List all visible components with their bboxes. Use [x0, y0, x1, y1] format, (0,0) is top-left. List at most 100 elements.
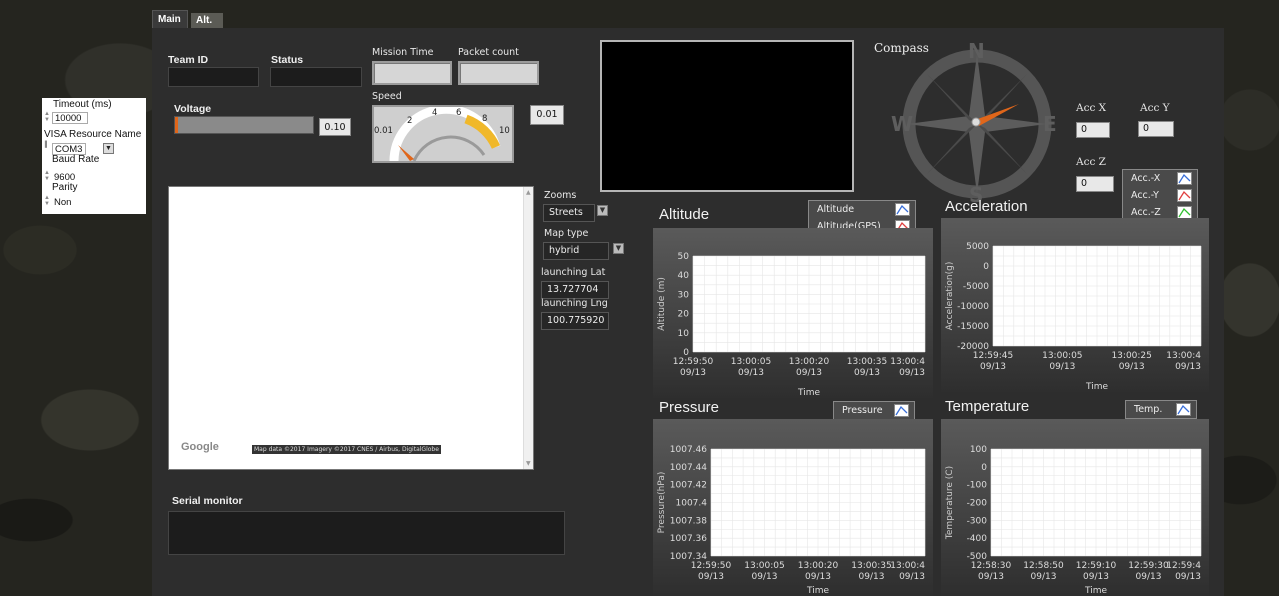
pressure-xtick-time: 13:00:05	[744, 561, 784, 571]
zooms-select[interactable]: Streets	[543, 204, 595, 222]
temperature-ytick-label: -300	[967, 516, 988, 526]
pressure-ytick-label: 1007.36	[670, 534, 707, 544]
temperature-ytick-label: -200	[967, 499, 988, 509]
voltage-value: 0.10	[319, 118, 351, 136]
temperature-xtick-date: 09/13	[1175, 572, 1201, 582]
visa-browse-icon[interactable]: ▌	[44, 142, 50, 154]
altitude-ytick-label: 10	[678, 329, 690, 339]
speed-label: Speed	[372, 91, 402, 102]
map-scrollbar[interactable]: ▲ ▼	[523, 187, 533, 469]
serial-monitor-label: Serial monitor	[172, 495, 243, 507]
parity-label: Parity	[52, 182, 78, 193]
speed-gauge-dial: 2 4 6 8 10 0.01	[374, 107, 510, 161]
acceleration-xtick-date: 09/13	[1049, 362, 1075, 372]
legend-pressure[interactable]: Pressure	[834, 402, 914, 419]
temperature-legend[interactable]: Temp.	[1125, 400, 1197, 419]
acceleration-ytick-label: 5000	[966, 242, 989, 252]
temperature-xtick-time: 12:58:50	[1023, 561, 1064, 571]
camera-display	[600, 40, 854, 192]
visa-dropdown-icon[interactable]: ▼	[103, 143, 114, 154]
temperature-chart: 100 0 -100 -200 -300 -400 -500 12:58:30 09/13 12:…	[941, 419, 1209, 596]
pressure-ylabel: Pressure(hPa)	[657, 472, 667, 534]
mission-time-field	[372, 61, 452, 85]
acceleration-chart-title: Acceleration	[945, 198, 1028, 215]
altitude-xtick-time: 13:00:35	[847, 357, 887, 367]
speed-tick-8: 8	[482, 114, 487, 124]
visa-label: VISA Resource Name	[44, 129, 142, 140]
pressure-legend[interactable]: Pressure	[833, 401, 915, 420]
legend-acc-y[interactable]: Acc.-Y	[1123, 187, 1197, 204]
temperature-chart-svg: 1000-100-200-300-400-50012:58:3009/1312:…	[945, 445, 1202, 596]
acceleration-xtick-time: 13:00:05	[1042, 351, 1082, 361]
acc-y-field: 0	[1138, 121, 1174, 137]
launch-lng-field[interactable]: 100.775920	[541, 312, 609, 330]
altitude-ytick-label: 40	[678, 271, 690, 281]
altitude-xtick-date: 09/13	[796, 368, 822, 378]
temperature-xtick-date: 09/13	[1083, 572, 1109, 582]
altitude-xtick-date: 09/13	[899, 368, 925, 378]
timeout-field[interactable]: 10000	[52, 112, 88, 124]
zooms-dropdown-icon[interactable]: ▼	[597, 205, 608, 216]
legend-altitude[interactable]: Altitude	[809, 201, 915, 218]
pressure-chart-svg: 1007.46 1007.44 1007.42 1007.4 1007.38 1007.3…	[657, 445, 926, 596]
map-type-dropdown-icon[interactable]: ▼	[613, 243, 624, 254]
temperature-xtick-time: 12:58:30	[971, 561, 1012, 571]
map-view[interactable]: Google Map data ©2017 Imagery ©2017 CNES…	[168, 186, 534, 470]
pressure-xtick-date: 09/13	[805, 572, 831, 582]
map-type-label: Map type	[544, 228, 589, 239]
speed-tick-2: 2	[407, 116, 412, 126]
timeout-spinner[interactable]: ▲ ▼	[44, 111, 50, 123]
legend-altitude-swatch-icon	[895, 203, 910, 216]
tab-main[interactable]: Main	[152, 10, 188, 28]
acceleration-xtick-date: 09/13	[980, 362, 1006, 372]
acc-x-label: Acc X	[1076, 102, 1107, 114]
team-id-field	[168, 67, 259, 87]
acceleration-xtick-date: 09/13	[1175, 362, 1201, 372]
status-field	[270, 67, 362, 87]
packet-count-field	[458, 61, 539, 85]
mission-time-label: Mission Time	[372, 47, 434, 58]
pressure-ytick-label: 1007.38	[670, 516, 707, 526]
acceleration-legend[interactable]: Acc.-X Acc.-Y Acc.-Z	[1122, 169, 1198, 222]
altitude-ylabel: Altitude (m)	[657, 277, 667, 331]
speed-tick-4: 4	[432, 108, 437, 118]
acc-z-field: 0	[1076, 176, 1114, 192]
legend-acc-x[interactable]: Acc.-X	[1123, 170, 1197, 187]
serial-config-panel: Timeout (ms) ▲ ▼ 10000 VISA Resource Name…	[42, 98, 146, 214]
pressure-xtick-date: 09/13	[752, 572, 778, 582]
baud-label: Baud Rate	[52, 154, 100, 165]
serial-monitor-output[interactable]	[168, 511, 565, 555]
altitude-xtick-time: 13:00:05	[731, 357, 771, 367]
pressure-xtick-time: 12:59:50	[691, 561, 732, 571]
temperature-ylabel: Temperature (C)	[945, 466, 955, 540]
timeout-label: Timeout (ms)	[53, 99, 112, 110]
parity-spinner[interactable]: ▲ ▼	[44, 195, 50, 207]
parity-field[interactable]: Non	[52, 197, 86, 209]
temperature-ytick-label: 100	[970, 445, 987, 455]
temperature-xtick-time: 12:59:4	[1166, 561, 1201, 571]
legend-acc-x-swatch-icon	[1177, 172, 1192, 185]
altitude-xtick-time: 12:59:50	[673, 357, 714, 367]
pressure-xlabel: Time	[806, 586, 829, 596]
map-type-select[interactable]: hybrid	[543, 242, 609, 260]
temperature-xtick-date: 09/13	[1031, 572, 1057, 582]
baud-spinner[interactable]: ▲ ▼	[44, 170, 50, 182]
pressure-xtick-time: 13:00:20	[798, 561, 839, 571]
tab-alt[interactable]: Alt.	[191, 13, 223, 28]
launch-lng-label: launching Lng	[541, 298, 608, 309]
acc-z-label: Acc Z	[1076, 156, 1106, 168]
acc-y-label: Acc Y	[1140, 102, 1170, 114]
temperature-xtick-date: 09/13	[978, 572, 1004, 582]
compass-e: E	[1043, 112, 1057, 136]
main-panel: Team ID Status Mission Time Packet count…	[152, 28, 1224, 596]
legend-temp[interactable]: Temp.	[1126, 401, 1196, 418]
altitude-ytick-label: 50	[678, 252, 690, 262]
temperature-xtick-time: 12:59:30	[1128, 561, 1169, 571]
speed-tick-10: 10	[499, 126, 510, 136]
acceleration-xtick-time: 13:00:4	[1166, 351, 1201, 361]
map-attribution[interactable]: Map data ©2017 Imagery ©2017 CNES / Airb…	[252, 445, 441, 454]
legend-acc-y-swatch-icon	[1177, 189, 1192, 202]
launch-lat-field[interactable]: 13.727704	[541, 281, 609, 299]
acceleration-ytick-label: -15000	[957, 322, 989, 332]
pressure-ytick-label: 1007.46	[670, 445, 707, 455]
